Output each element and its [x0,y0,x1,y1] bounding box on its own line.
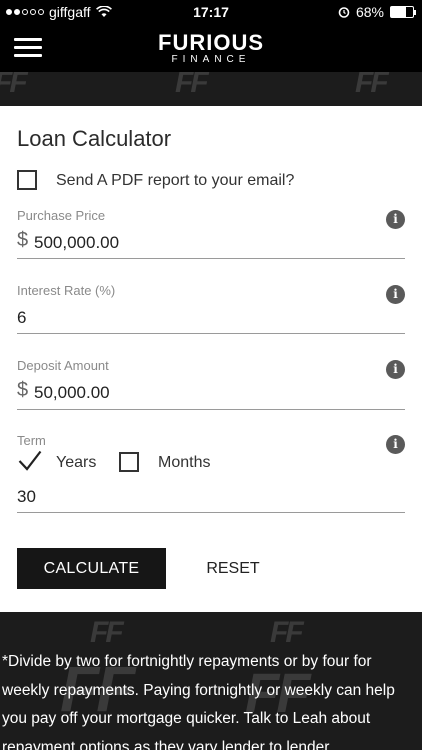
status-right: 68% [338,4,416,20]
background-pattern-top: FF FF FF [0,72,422,106]
watermark-logo: FF [0,72,28,99]
term-years-label[interactable]: Years [56,454,96,472]
deposit-amount-input[interactable]: 50,000.00 [34,383,110,403]
watermark-logo: FF [90,616,124,649]
purchase-price-info-icon[interactable]: i [386,210,405,229]
deposit-amount-info-icon[interactable]: i [386,360,405,379]
deposit-amount-underline [17,409,405,410]
pdf-report-checkbox[interactable] [17,170,37,190]
deposit-amount-label: Deposit Amount [17,358,109,373]
battery-level [391,7,406,17]
brand-name: FURIOUS [158,30,264,55]
interest-rate-input[interactable]: 6 [17,308,26,328]
brand-subtitle: FINANCE [171,54,251,65]
purchase-price-label: Purchase Price [17,208,106,223]
purchase-price-underline [17,258,405,259]
page-title: Loan Calculator [17,126,172,151]
dollar-sign: $ [17,379,29,401]
brand-logo: FURIOUS FINANCE [0,30,422,65]
term-months-checkbox[interactable] [119,452,139,472]
term-underline [17,512,405,513]
calculate-button[interactable]: CALCULATE [17,548,166,589]
watermark-logo: FF [270,616,304,649]
purchase-price-input[interactable]: 500,000.00 [34,233,119,253]
term-info-icon[interactable]: i [386,435,405,454]
status-bar: giffgaff 17:17 68% [0,0,422,24]
interest-rate-underline [17,333,405,334]
dollar-sign: $ [17,229,29,251]
years-checked-checkmark-icon[interactable] [18,450,42,472]
watermark-logo: FF [355,72,389,99]
alarm-clock-icon [338,7,350,18]
term-months-label[interactable]: Months [158,454,210,472]
term-input[interactable]: 30 [17,487,36,507]
loan-calculator-card: Loan Calculator Send A PDF report to you… [0,106,422,612]
battery-icon [390,6,416,18]
interest-rate-info-icon[interactable]: i [386,285,405,304]
repayment-disclaimer: *Divide by two for fortnightly repayment… [2,653,395,750]
term-label: Term [17,433,46,448]
battery-percent: 68% [355,4,384,20]
nav-bar: FURIOUS FINANCE [0,24,422,72]
pdf-report-label: Send A PDF report to your email? [56,172,295,189]
watermark-logo: FF [175,72,209,99]
interest-rate-label: Interest Rate (%) [17,283,116,298]
reset-button[interactable]: RESET [196,548,270,589]
